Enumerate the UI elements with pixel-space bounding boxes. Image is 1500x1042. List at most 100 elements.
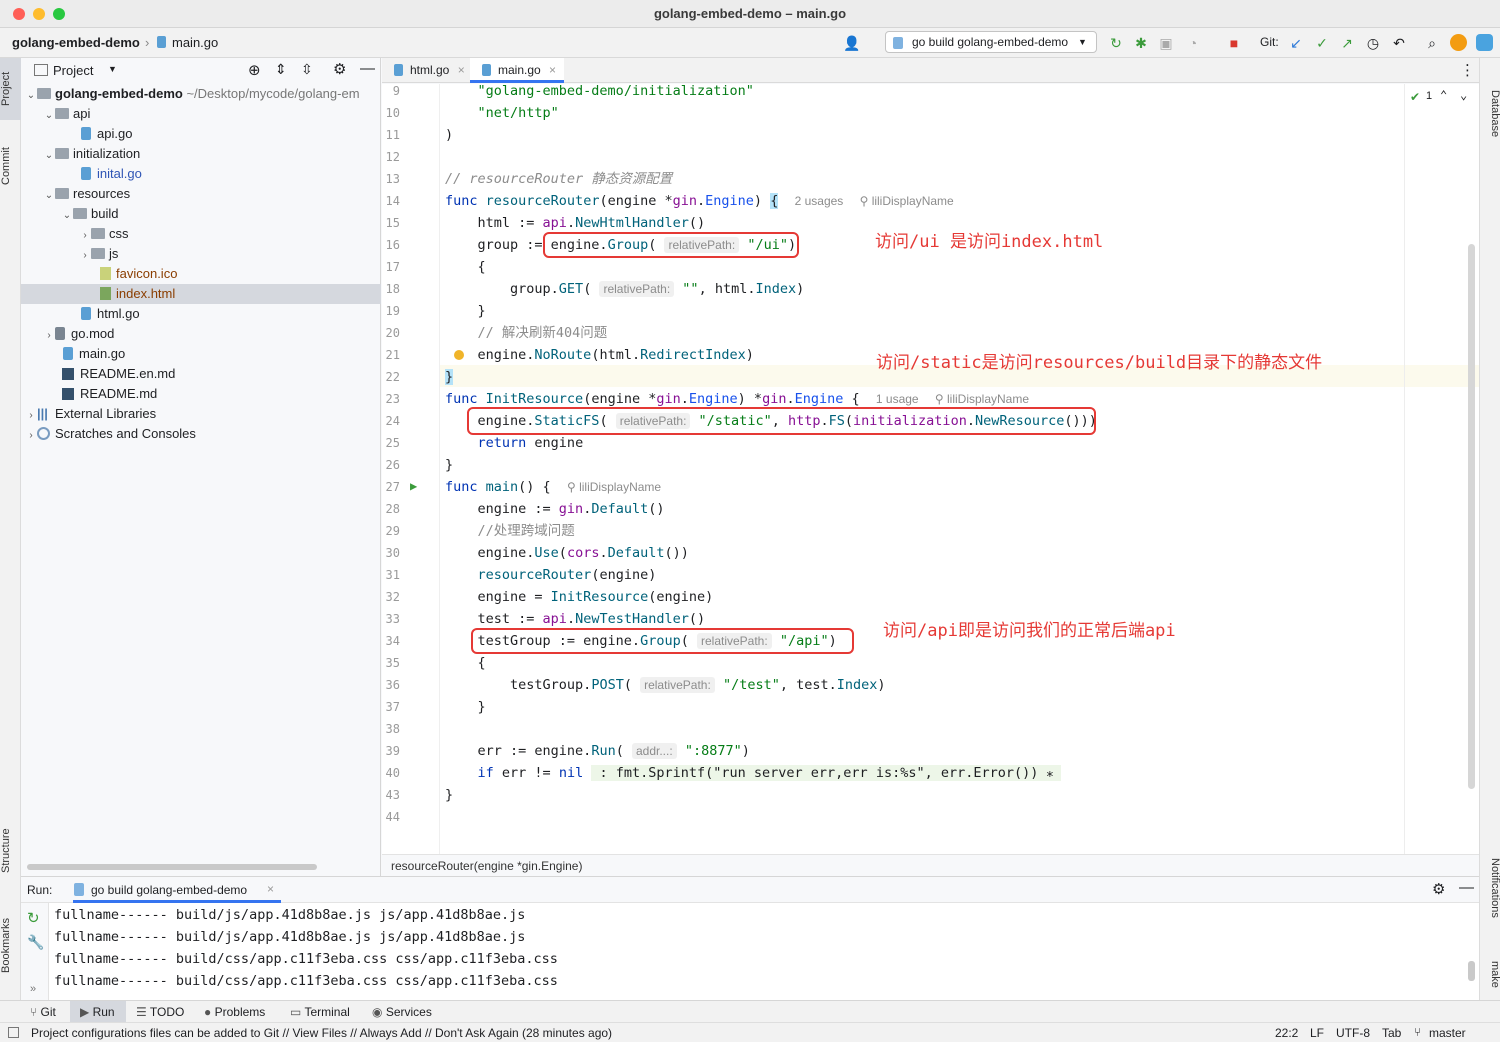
line-number: 26 bbox=[385, 458, 400, 472]
chevron-up-icon[interactable]: ⌃ bbox=[1440, 88, 1447, 102]
git-label: Git: bbox=[1260, 35, 1279, 49]
tree-item[interactable]: › css bbox=[21, 224, 381, 244]
tree-item[interactable]: README.en.md bbox=[21, 364, 381, 384]
run-configuration-select[interactable]: go build golang-embed-demo ▼ bbox=[885, 31, 1097, 53]
status-message[interactable]: Project configurations files can be adde… bbox=[31, 1026, 612, 1040]
commit-icon[interactable]: ✓ bbox=[1312, 33, 1332, 53]
coverage-icon[interactable]: ▣ bbox=[1156, 33, 1176, 53]
markdown-file-icon bbox=[62, 368, 74, 380]
run-config-label: go build golang-embed-demo bbox=[912, 35, 1069, 49]
highlight-box-api bbox=[471, 628, 854, 654]
tree-item[interactable]: › js bbox=[21, 244, 381, 264]
go-file-icon bbox=[157, 36, 166, 48]
code-editor[interactable]: 9 10 11 12 13 14 15 16 17 18 19 20 21 22… bbox=[382, 83, 1479, 854]
minimize-panel-icon[interactable]: — bbox=[1459, 879, 1474, 896]
git-branch[interactable]: master bbox=[1429, 1026, 1466, 1040]
user-icon[interactable]: 👤 bbox=[842, 33, 862, 53]
commit-tool-tab[interactable]: Commit bbox=[0, 138, 21, 194]
line-number: 23 bbox=[385, 392, 400, 406]
annotation-static: 访问/static是访问resources/build目录下的静态文件 bbox=[876, 353, 1323, 373]
toolwindow-services[interactable]: ◉ Services bbox=[372, 1004, 432, 1020]
tree-item[interactable]: ⌄ resources bbox=[21, 184, 381, 204]
push-icon[interactable]: ↗ bbox=[1337, 33, 1357, 53]
tree-item[interactable]: html.go bbox=[21, 304, 381, 324]
tree-item[interactable]: api.go bbox=[21, 124, 381, 144]
toolwindow-git[interactable]: ⑂ Git bbox=[30, 1004, 56, 1020]
tree-item[interactable]: README.md bbox=[21, 384, 381, 404]
profile-icon[interactable]: ◔ bbox=[1183, 33, 1203, 53]
line-separator[interactable]: LF bbox=[1310, 1026, 1324, 1040]
make-tool-tab[interactable]: make bbox=[1480, 954, 1500, 994]
notifications-tool-tab[interactable]: Notifications bbox=[1480, 848, 1500, 928]
horizontal-scrollbar[interactable] bbox=[27, 864, 317, 870]
more-icon[interactable]: » bbox=[30, 983, 36, 995]
line-number: 27 bbox=[385, 480, 400, 494]
tree-item[interactable]: ⌄ api bbox=[21, 104, 381, 124]
gear-icon[interactable]: ⚙ bbox=[333, 60, 346, 78]
line-number: 9 bbox=[392, 84, 400, 98]
go-config-icon bbox=[74, 883, 84, 896]
gear-icon[interactable]: ⚙ bbox=[1432, 880, 1445, 898]
breadcrumb-file[interactable]: main.go bbox=[172, 35, 218, 50]
inspection-ok-icon[interactable]: ✔ bbox=[1410, 90, 1420, 104]
rollback-icon[interactable]: ↶ bbox=[1389, 33, 1409, 53]
history-icon[interactable]: ◷ bbox=[1363, 33, 1383, 53]
close-icon[interactable]: × bbox=[458, 63, 465, 77]
tree-item[interactable]: › ||| External Libraries bbox=[21, 404, 381, 424]
rerun-icon[interactable]: ↻ bbox=[27, 909, 40, 927]
chevron-down-icon[interactable]: ▼ bbox=[108, 64, 117, 74]
tool-window-bar: ⑂ Git ▶ Run ☰ TODO ● Problems ▭ Terminal… bbox=[0, 1000, 1500, 1022]
tree-item[interactable]: favicon.ico bbox=[21, 264, 381, 284]
run-gutter-icon[interactable]: ▶ bbox=[410, 479, 417, 493]
toolwindow-problems[interactable]: ● Problems bbox=[204, 1004, 265, 1020]
project-tool-tab[interactable]: Project bbox=[0, 64, 21, 114]
toolwindow-terminal[interactable]: ▭ Terminal bbox=[290, 1004, 350, 1020]
tree-item[interactable]: ⌄ build bbox=[21, 204, 381, 224]
run-icon: ▶ bbox=[80, 1005, 93, 1019]
collapse-all-icon[interactable]: ⇳ bbox=[301, 61, 313, 78]
caret-position[interactable]: 22:2 bbox=[1275, 1026, 1298, 1040]
expand-all-icon[interactable]: ⇕ bbox=[275, 61, 287, 78]
editor-breadcrumb[interactable]: resourceRouter(engine *gin.Engine) bbox=[382, 854, 1479, 876]
more-options-icon[interactable]: ⋮ bbox=[1460, 61, 1475, 79]
stop-icon[interactable]: ■ bbox=[1224, 33, 1244, 53]
project-view-select[interactable]: Project bbox=[53, 63, 93, 78]
breadcrumb-project[interactable]: golang-embed-demo bbox=[12, 35, 140, 50]
file-encoding[interactable]: UTF-8 bbox=[1336, 1026, 1370, 1040]
vertical-scrollbar[interactable] bbox=[1468, 244, 1475, 789]
chevron-right-icon: › bbox=[47, 330, 51, 341]
structure-tool-tab[interactable]: Structure bbox=[0, 820, 21, 882]
toolwindow-todo[interactable]: ☰ TODO bbox=[136, 1004, 184, 1020]
toggle-panels-icon[interactable] bbox=[8, 1027, 19, 1038]
database-tool-tab[interactable]: Database bbox=[1480, 84, 1500, 144]
tree-item[interactable]: › Scratches and Consoles bbox=[21, 424, 381, 444]
wrench-icon[interactable]: 🔧 bbox=[27, 934, 44, 951]
updates-icon[interactable] bbox=[1450, 34, 1467, 51]
right-tool-stripe: Database Notifications make bbox=[1479, 58, 1500, 1000]
tree-item-selected[interactable]: index.html bbox=[21, 284, 381, 304]
tree-item[interactable]: inital.go bbox=[21, 164, 381, 184]
tree-item[interactable]: ⌄ golang-embed-demo ~/Desktop/mycode/gola… bbox=[21, 84, 381, 104]
project-panel: Project ▼ ⊕ ⇕ ⇳ ⚙ — ⌄ golang-embed-demo ~… bbox=[21, 58, 381, 876]
console-scrollbar[interactable] bbox=[1468, 961, 1475, 981]
tree-item[interactable]: ⌄ initialization bbox=[21, 144, 381, 164]
indent-setting[interactable]: Tab bbox=[1382, 1026, 1401, 1040]
rerun-icon[interactable]: ↻ bbox=[1106, 33, 1126, 53]
run-tab[interactable]: go build golang-embed-demo bbox=[91, 883, 247, 897]
line-number: 43 bbox=[385, 788, 400, 802]
update-project-icon[interactable]: ↙ bbox=[1286, 33, 1306, 53]
chevron-down-icon[interactable]: ⌄ bbox=[1460, 88, 1467, 102]
minimize-panel-icon[interactable]: — bbox=[360, 60, 375, 77]
search-icon[interactable]: ⌕ bbox=[1422, 33, 1442, 53]
debug-icon[interactable]: ✱ bbox=[1131, 33, 1151, 53]
module-file-icon bbox=[55, 327, 65, 340]
close-icon[interactable]: × bbox=[267, 882, 274, 896]
plugin-icon[interactable] bbox=[1476, 34, 1493, 51]
close-icon[interactable]: × bbox=[549, 63, 556, 77]
line-number: 20 bbox=[385, 326, 400, 340]
tree-item[interactable]: › go.mod bbox=[21, 324, 381, 344]
toolwindow-run[interactable]: ▶ Run bbox=[80, 1004, 115, 1020]
tree-item[interactable]: main.go bbox=[21, 344, 381, 364]
locate-icon[interactable]: ⊕ bbox=[248, 61, 261, 79]
bookmarks-tool-tab[interactable]: Bookmarks bbox=[0, 910, 21, 980]
